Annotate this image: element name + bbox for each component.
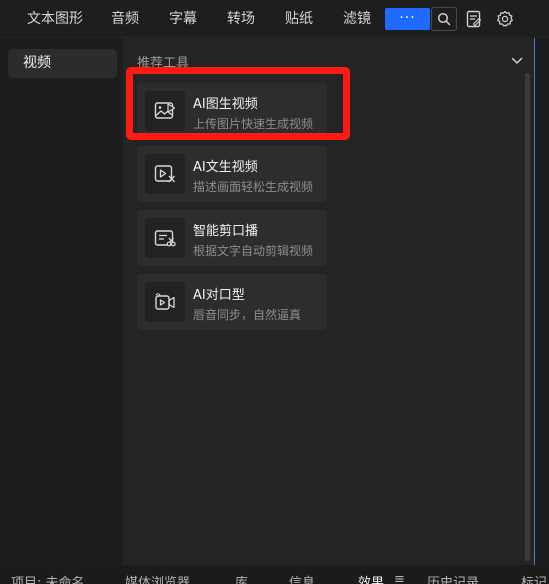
tool-card-text-to-video[interactable]: AI文生视频 描述画面轻松生成视频 <box>137 146 327 202</box>
text-to-video-icon <box>154 165 175 183</box>
tool-card-smart-cut[interactable]: 智能剪口播 根据文字自动剪辑视频 <box>137 210 327 266</box>
note-icon <box>466 10 482 28</box>
tab-subtitles[interactable]: 字幕 <box>169 0 197 38</box>
lip-sync-icon <box>155 293 175 310</box>
tab-library[interactable]: 库 <box>235 572 248 584</box>
vertical-scrollbar[interactable] <box>525 73 530 561</box>
sidebar-item-video[interactable]: 视频 <box>8 49 117 78</box>
card-subtitle: 描述画面轻松生成视频 <box>193 180 314 194</box>
card-title: AI对口型 <box>193 288 245 303</box>
tab-transitions[interactable]: 转场 <box>227 0 255 38</box>
tool-card-lip-sync[interactable]: AI对口型 唇音同步，自然逼真 <box>137 274 327 330</box>
gear-icon <box>497 10 513 27</box>
tab-history[interactable]: 历史记录 <box>427 572 479 584</box>
tab-effects[interactable]: 效果 <box>358 572 384 584</box>
tab-filters[interactable]: 滤镜 <box>343 0 371 38</box>
bottom-panel-tabs: 项目: 未命名 媒体浏览器 库 信息 效果 ≡ 历史记录 标记 <box>0 566 549 584</box>
card-subtitle: 唇音同步，自然逼真 <box>193 308 302 322</box>
search-button[interactable] <box>431 7 457 31</box>
tab-stickers[interactable]: 贴纸 <box>285 0 313 38</box>
card-subtitle: 根据文字自动剪辑视频 <box>193 244 314 258</box>
card-title: AI文生视频 <box>193 160 258 175</box>
top-toolbar: 文本图形 音频 字幕 转场 贴纸 滤镜 ··· <box>0 0 549 38</box>
search-icon <box>437 12 451 26</box>
highlight-box <box>126 67 350 140</box>
tab-markers[interactable]: 标记 <box>521 572 547 584</box>
note-button[interactable] <box>461 7 487 31</box>
card-icon-box <box>145 154 185 194</box>
tab-info[interactable]: 信息 <box>289 572 315 584</box>
tab-audio[interactable]: 音频 <box>111 0 139 38</box>
card-icon-box <box>145 282 185 322</box>
tab-menu-icon[interactable]: ≡ <box>394 572 405 584</box>
tab-media-browser[interactable]: 媒体浏览器 <box>125 572 190 584</box>
chevron-down-icon[interactable] <box>510 54 524 68</box>
card-icon-box <box>145 218 185 258</box>
more-button[interactable]: ··· <box>385 8 430 30</box>
tab-text-graphics[interactable]: 文本图形 <box>27 0 83 38</box>
smart-cut-icon <box>154 230 176 247</box>
tab-project[interactable]: 项目: 未命名 <box>11 572 85 584</box>
settings-button[interactable] <box>492 7 518 31</box>
card-title: 智能剪口播 <box>193 224 259 239</box>
category-sidebar: 视频 <box>0 38 123 565</box>
